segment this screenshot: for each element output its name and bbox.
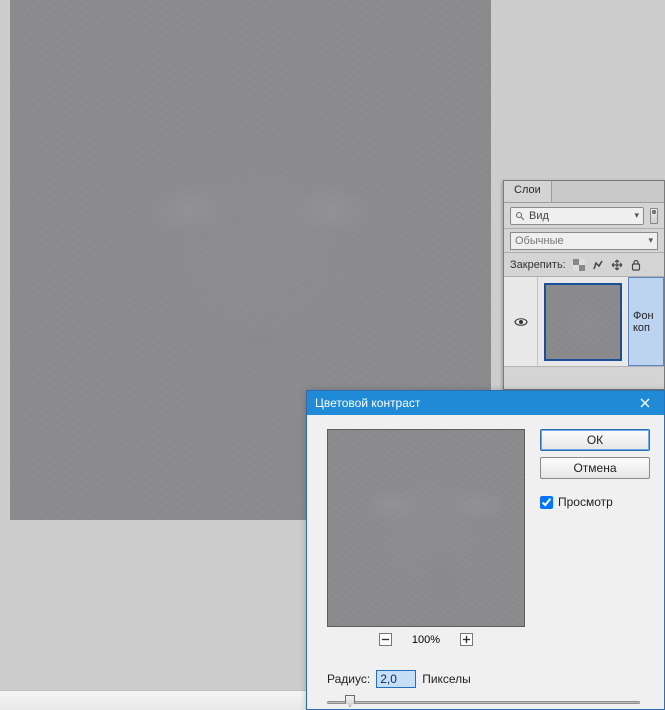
- dialog-title: Цветовой контраст: [315, 396, 420, 410]
- chevron-down-icon: ▾: [634, 210, 639, 221]
- lock-row: Закрепить:: [504, 253, 664, 277]
- lock-transparent-icon[interactable]: [573, 259, 585, 271]
- cancel-button[interactable]: Отмена: [540, 457, 650, 479]
- radius-row: Радиус: Пикселы: [327, 670, 471, 688]
- slider-track: [327, 701, 640, 704]
- layer-row[interactable]: Фон коп: [504, 277, 664, 367]
- preview-checkbox[interactable]: [540, 496, 553, 509]
- preview-checkbox-label: Просмотр: [558, 495, 613, 509]
- dialog-close-button[interactable]: [634, 394, 656, 412]
- tab-layers[interactable]: Слои: [504, 181, 552, 202]
- layer-thumbnail[interactable]: [544, 283, 622, 361]
- eye-icon: [514, 315, 528, 329]
- lock-position-icon[interactable]: [611, 259, 623, 271]
- layers-panel: Слои Вид ▾ Обычные ▾ Закрепить:: [503, 180, 665, 390]
- radius-unit: Пикселы: [422, 672, 471, 686]
- layer-name-text: Фон коп: [633, 310, 663, 334]
- layer-filter-row: Вид ▾: [504, 203, 664, 229]
- lock-pixels-icon[interactable]: [592, 259, 604, 271]
- dialog-body: 100% ОК Отмена Просмотр Радиус: Пикселы: [307, 415, 664, 709]
- zoom-level: 100%: [412, 634, 440, 646]
- filter-label: Вид: [529, 210, 549, 222]
- layer-visibility-toggle[interactable]: [504, 277, 538, 366]
- ok-button[interactable]: ОК: [540, 429, 650, 451]
- high-pass-dialog: Цветовой контраст 100% ОК Отмена Просмот…: [306, 390, 665, 710]
- zoom-controls: 100%: [327, 633, 525, 646]
- zoom-out-button[interactable]: [379, 633, 392, 646]
- layer-name[interactable]: Фон коп: [628, 277, 664, 366]
- chevron-down-icon: ▾: [648, 235, 653, 246]
- layer-filter-select[interactable]: Вид ▾: [510, 207, 644, 225]
- panel-tabs: Слои: [504, 181, 664, 203]
- dialog-buttons: ОК Отмена Просмотр: [540, 429, 650, 509]
- radius-slider[interactable]: [327, 695, 640, 709]
- plus-icon: [462, 635, 471, 644]
- radius-input[interactable]: [376, 670, 416, 688]
- radius-label: Радиус:: [327, 672, 370, 686]
- filter-toggle[interactable]: [650, 208, 658, 224]
- preview-checkbox-row[interactable]: Просмотр: [540, 495, 650, 509]
- blend-mode-value: Обычные: [515, 235, 564, 247]
- dialog-title-bar[interactable]: Цветовой контраст: [307, 391, 664, 415]
- filter-preview[interactable]: [327, 429, 525, 627]
- slider-thumb[interactable]: [345, 695, 355, 707]
- lock-all-icon[interactable]: [630, 259, 642, 271]
- close-icon: [640, 398, 650, 408]
- lock-label: Закрепить:: [510, 259, 566, 271]
- zoom-in-button[interactable]: [460, 633, 473, 646]
- search-icon: [515, 211, 525, 221]
- blend-mode-select[interactable]: Обычные ▾: [510, 232, 658, 250]
- minus-icon: [381, 635, 390, 644]
- blend-mode-row: Обычные ▾: [504, 229, 664, 253]
